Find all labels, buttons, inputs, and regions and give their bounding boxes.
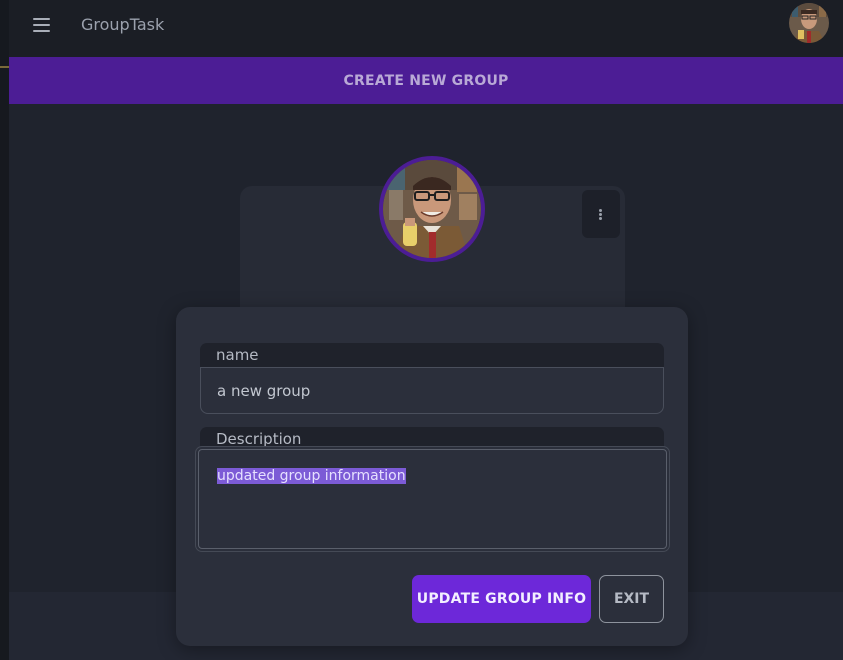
description-selected-text: updated group information	[217, 468, 406, 484]
update-group-info-button[interactable]: UPDATE GROUP INFO	[412, 575, 591, 623]
app-title: GroupTask	[81, 15, 165, 34]
page-header-banner: CREATE NEW GROUP	[9, 57, 843, 104]
user-avatar[interactable]	[789, 3, 829, 43]
hamburger-menu-icon[interactable]	[31, 14, 53, 36]
page-title: CREATE NEW GROUP	[343, 72, 509, 89]
name-label-tab	[200, 343, 664, 367]
group-description-textarea[interactable]: updated group information	[198, 449, 667, 549]
edit-group-dialog: name Description updated group informati…	[176, 307, 688, 646]
kebab-vertical-icon[interactable]	[582, 190, 620, 238]
left-edge-marker	[0, 66, 9, 68]
left-edge-panel	[0, 0, 9, 660]
exit-button[interactable]: EXIT	[599, 575, 664, 623]
name-label: name	[216, 346, 259, 364]
group-avatar	[379, 156, 485, 262]
group-name-input[interactable]	[200, 367, 664, 414]
app-page: GroupTask CREATE NEW GROUP name a new gr…	[0, 0, 843, 660]
top-app-bar: GroupTask	[9, 0, 843, 57]
description-label: Description	[216, 430, 302, 448]
